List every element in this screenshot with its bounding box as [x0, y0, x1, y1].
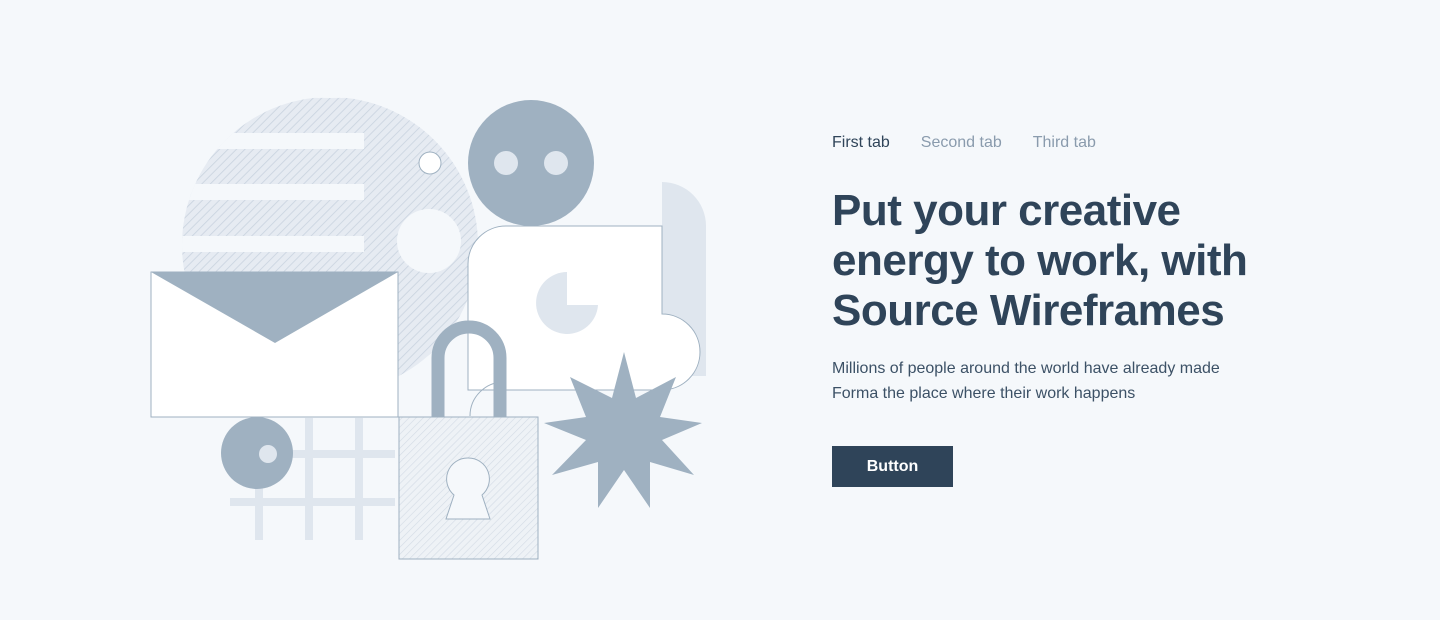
donut-circle-icon: [221, 417, 293, 489]
hero-section: First tab Second tab Third tab Put your …: [0, 0, 1440, 620]
hero-content: First tab Second tab Third tab Put your …: [832, 128, 1312, 487]
tab-bar: First tab Second tab Third tab: [832, 128, 1312, 158]
hero-description: Millions of people around the world have…: [832, 360, 1220, 402]
envelope-icon: [150, 271, 399, 418]
tab-first[interactable]: First tab: [832, 128, 890, 158]
tab-second[interactable]: Second tab: [921, 128, 1002, 158]
primary-button[interactable]: Button: [832, 446, 953, 487]
face-circle-icon: [468, 100, 594, 226]
hero-headline: Put your creative energy to work, with S…: [832, 186, 1248, 335]
hero-illustration: [140, 50, 720, 570]
tab-third[interactable]: Third tab: [1033, 128, 1096, 158]
